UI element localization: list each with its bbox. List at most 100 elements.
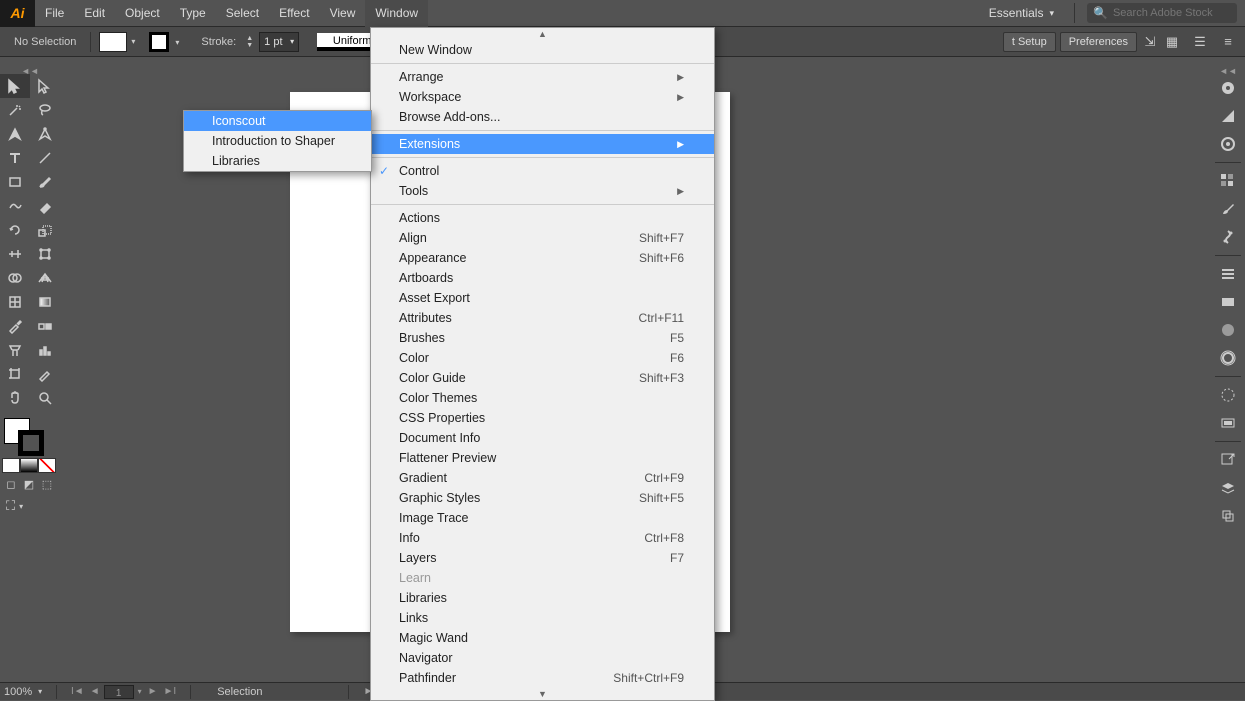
color-mode-solid[interactable] xyxy=(2,458,20,473)
menu-window[interactable]: Window xyxy=(365,0,428,27)
stroke-swatch[interactable] xyxy=(149,32,169,52)
layers-panel-icon[interactable] xyxy=(1211,474,1245,502)
collapse-tools-icon[interactable]: ◄◄ xyxy=(0,66,60,74)
screen-mode-icon[interactable]: ⛶ xyxy=(6,498,15,514)
workspace-switcher[interactable]: Essentials ▾ xyxy=(981,6,1062,20)
list-icon[interactable]: ☰ xyxy=(1191,33,1209,51)
menu-item-pathfinder[interactable]: PathfinderShift+Ctrl+F9 xyxy=(371,668,714,688)
paintbrush-tool[interactable] xyxy=(30,170,60,194)
menu-view[interactable]: View xyxy=(320,0,366,27)
pen-tool[interactable] xyxy=(0,122,30,146)
properties-panel-icon[interactable] xyxy=(1211,130,1245,158)
menu-item-navigator[interactable]: Navigator xyxy=(371,648,714,668)
menu-item-artboards[interactable]: Artboards xyxy=(371,268,714,288)
menu-item-image-trace[interactable]: Image Trace xyxy=(371,508,714,528)
menu-item-links[interactable]: Links xyxy=(371,608,714,628)
perspective-grid-tool[interactable] xyxy=(30,266,60,290)
menu-item-browse-addons[interactable]: Browse Add-ons... xyxy=(371,107,714,127)
menu-item-magic-wand[interactable]: Magic Wand xyxy=(371,628,714,648)
shaper-tool[interactable] xyxy=(0,194,30,218)
menu-item-actions[interactable]: Actions xyxy=(371,208,714,228)
draw-behind-icon[interactable]: ◩ xyxy=(20,477,38,492)
scale-tool[interactable] xyxy=(30,218,60,242)
width-tool[interactable] xyxy=(0,242,30,266)
cc-libraries-panel-icon[interactable] xyxy=(1211,344,1245,372)
transparency-panel-icon[interactable] xyxy=(1211,316,1245,344)
fill-swatch[interactable]: ▾ xyxy=(99,32,127,52)
brushes-panel-icon[interactable] xyxy=(1211,195,1245,223)
appearance-panel-icon[interactable] xyxy=(1211,381,1245,409)
menu-item-new-window[interactable]: New Window xyxy=(371,40,714,60)
draw-normal-icon[interactable]: ◻ xyxy=(2,477,20,492)
type-tool[interactable] xyxy=(0,146,30,170)
line-tool[interactable] xyxy=(30,146,60,170)
rotate-tool[interactable] xyxy=(0,218,30,242)
ext-item-libraries[interactable]: Libraries xyxy=(184,151,371,171)
color-panel-icon[interactable] xyxy=(1211,74,1245,102)
search-input[interactable] xyxy=(1113,7,1231,19)
hand-tool[interactable] xyxy=(0,386,30,410)
mesh-tool[interactable] xyxy=(0,290,30,314)
menu-effect[interactable]: Effect xyxy=(269,0,319,27)
magic-wand-tool[interactable] xyxy=(0,98,30,122)
blend-tool[interactable] xyxy=(30,314,60,338)
stroke-weight-input[interactable]: 1 pt▾ xyxy=(259,32,299,52)
menu-item-appearance[interactable]: AppearanceShift+F6 xyxy=(371,248,714,268)
slice-tool[interactable] xyxy=(30,362,60,386)
zoom-level[interactable]: 100%▾ xyxy=(0,686,50,698)
gradient-panel-icon[interactable] xyxy=(1211,288,1245,316)
menu-type[interactable]: Type xyxy=(170,0,216,27)
menu-item-gradient[interactable]: GradientCtrl+F9 xyxy=(371,468,714,488)
stroke-color-box[interactable] xyxy=(18,430,44,456)
lasso-tool[interactable] xyxy=(30,98,60,122)
eyedropper-tool[interactable] xyxy=(0,314,30,338)
menu-item-color-guide[interactable]: Color GuideShift+F3 xyxy=(371,368,714,388)
curvature-tool[interactable] xyxy=(30,122,60,146)
menu-icon[interactable]: ≡ xyxy=(1219,33,1237,51)
preferences-button[interactable]: Preferences xyxy=(1060,32,1137,52)
color-guide-panel-icon[interactable] xyxy=(1211,102,1245,130)
artboard-tool[interactable] xyxy=(0,362,30,386)
color-mode-gradient[interactable] xyxy=(20,458,38,473)
menu-item-libraries[interactable]: Libraries xyxy=(371,588,714,608)
menu-item-control[interactable]: ✓Control xyxy=(371,161,714,181)
menu-item-color-themes[interactable]: Color Themes xyxy=(371,388,714,408)
asset-export-panel-icon[interactable] xyxy=(1211,446,1245,474)
collapse-right-icon[interactable]: ◄◄ xyxy=(1211,66,1245,74)
zoom-tool[interactable] xyxy=(30,386,60,410)
graphic-styles-panel-icon[interactable] xyxy=(1211,409,1245,437)
menu-item-color[interactable]: ColorF6 xyxy=(371,348,714,368)
free-transform-tool[interactable] xyxy=(30,242,60,266)
color-mode-none[interactable] xyxy=(38,458,56,473)
draw-inside-icon[interactable]: ⬚ xyxy=(38,477,56,492)
gradient-tool[interactable] xyxy=(30,290,60,314)
stroke-weight-spinner[interactable]: ▲▼ xyxy=(246,32,253,52)
search-box[interactable]: 🔍 xyxy=(1087,3,1237,23)
menu-item-extensions[interactable]: Extensions▶ xyxy=(371,134,714,154)
fill-stroke-swatches[interactable] xyxy=(0,418,60,456)
align-icon[interactable]: ⇲ xyxy=(1141,33,1159,51)
menu-item-tools[interactable]: Tools▶ xyxy=(371,181,714,201)
selection-tool[interactable] xyxy=(0,74,30,98)
menu-scroll-down-icon[interactable]: ▼ xyxy=(371,688,714,700)
menu-select[interactable]: Select xyxy=(216,0,269,27)
menu-item-brushes[interactable]: BrushesF5 xyxy=(371,328,714,348)
menu-item-info[interactable]: InfoCtrl+F8 xyxy=(371,528,714,548)
rectangle-tool[interactable] xyxy=(0,170,30,194)
menu-item-asset-export[interactable]: Asset Export xyxy=(371,288,714,308)
nav-next-icon[interactable]: ► xyxy=(146,686,160,697)
menu-item-workspace[interactable]: Workspace▶ xyxy=(371,87,714,107)
symbol-sprayer-tool[interactable] xyxy=(0,338,30,362)
eraser-tool[interactable] xyxy=(30,194,60,218)
stroke-panel-icon[interactable] xyxy=(1211,260,1245,288)
menu-object[interactable]: Object xyxy=(115,0,170,27)
column-graph-tool[interactable] xyxy=(30,338,60,362)
menu-item-graphic-styles[interactable]: Graphic StylesShift+F5 xyxy=(371,488,714,508)
nav-first-icon[interactable]: I◄ xyxy=(69,686,86,697)
menu-item-align[interactable]: AlignShift+F7 xyxy=(371,228,714,248)
swatches-panel-icon[interactable] xyxy=(1211,167,1245,195)
menu-scroll-up-icon[interactable]: ▲ xyxy=(371,28,714,40)
menu-item-arrange[interactable]: Arrange▶ xyxy=(371,67,714,87)
menu-item-document-info[interactable]: Document Info xyxy=(371,428,714,448)
ext-item-iconscout[interactable]: Iconscout xyxy=(184,111,371,131)
